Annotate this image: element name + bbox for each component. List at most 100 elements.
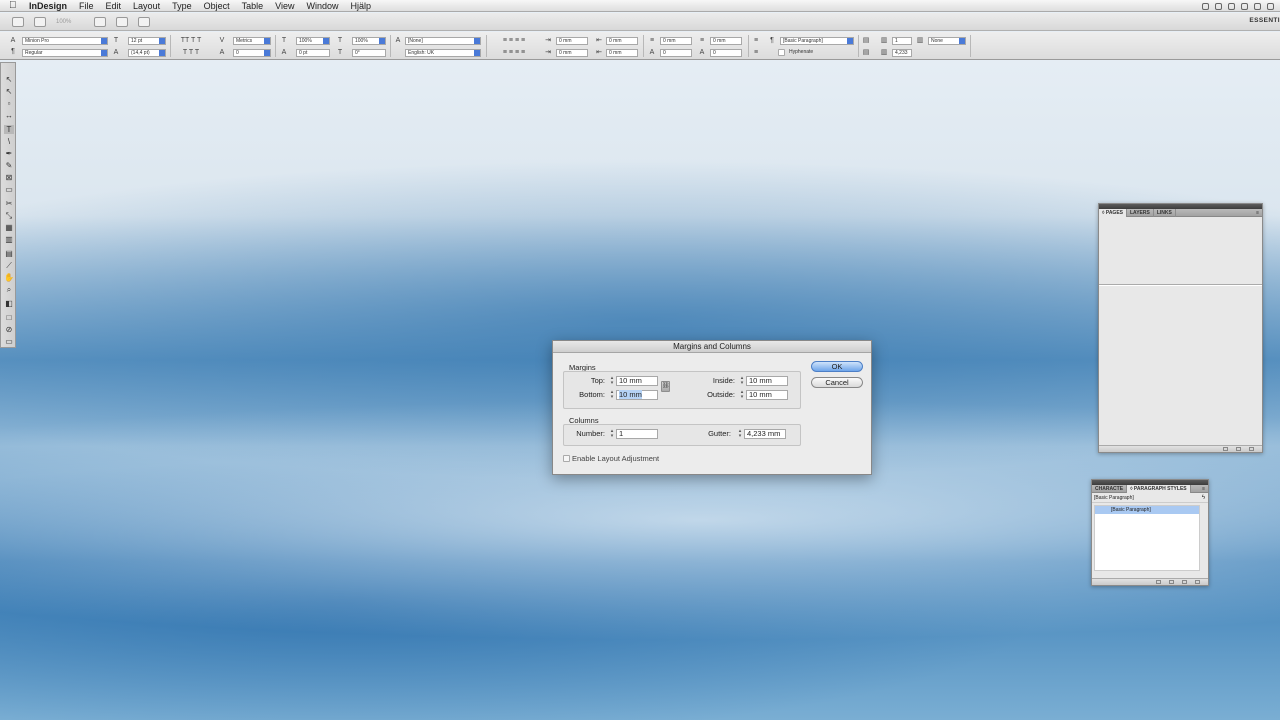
fill-stroke-swatch-icon[interactable]: ◧	[4, 299, 14, 308]
hyphenate-checkbox[interactable]	[778, 49, 785, 56]
menu-edit[interactable]: Edit	[100, 0, 128, 12]
gap-tool-icon[interactable]: ↔	[4, 111, 14, 120]
kerning-field[interactable]: Metrics	[233, 37, 271, 45]
space-after-field[interactable]: 0 mm	[710, 37, 742, 45]
gutter-field[interactable]: 4,233	[892, 49, 912, 57]
gutter-input[interactable]: 4,233 mm	[744, 429, 786, 439]
arrange-documents-icon[interactable]	[138, 16, 150, 27]
screen-icon[interactable]	[1202, 2, 1209, 10]
menu-object[interactable]: Object	[198, 0, 236, 12]
paragraph-style-field[interactable]: [Basic Paragraph]	[780, 37, 854, 45]
column-number-input[interactable]: 1	[616, 429, 658, 439]
pencil-tool-icon[interactable]: ✎	[4, 161, 14, 170]
eyedropper-tool-icon[interactable]: ⟋	[4, 261, 14, 270]
align-to-grid-icon[interactable]: ▤	[862, 49, 870, 56]
free-transform-tool-icon[interactable]: ⤡	[4, 211, 14, 220]
selection-tool-icon[interactable]: ↖	[4, 75, 14, 84]
menu-layout[interactable]: Layout	[127, 0, 166, 12]
workspace-switcher[interactable]: ESSENTI	[1249, 17, 1280, 24]
pen-tool-icon[interactable]: ✒	[4, 149, 14, 158]
apple-icon[interactable]: 	[9, 0, 23, 11]
minibridge-icon[interactable]	[34, 16, 46, 27]
first-line-indent-field[interactable]: 0 mm	[556, 49, 588, 57]
screen-mode-icon[interactable]: ▭	[4, 337, 14, 346]
columns-field[interactable]: 1	[892, 37, 912, 45]
cancel-button[interactable]: Cancel	[811, 377, 863, 388]
inside-margin-input[interactable]: 10 mm	[746, 376, 788, 386]
line-tool-icon[interactable]: \	[4, 137, 14, 146]
view-options-icon[interactable]	[94, 16, 106, 27]
bottom-stepper-icon[interactable]: ▴ ▾	[608, 390, 616, 400]
bridge-icon[interactable]	[12, 16, 24, 27]
volume-icon[interactable]	[1254, 2, 1261, 10]
character-style-field[interactable]: [None]	[405, 37, 481, 45]
tab-links[interactable]: LINKS	[1154, 208, 1176, 217]
outside-margin-input[interactable]: 10 mm	[746, 390, 788, 400]
drop-cap-chars-field[interactable]: 0	[710, 49, 742, 57]
clear-overrides-icon[interactable]	[1169, 580, 1174, 584]
drop-cap-lines-field[interactable]: 0	[660, 49, 692, 57]
gutter-stepper-icon[interactable]: ▴ ▾	[736, 429, 744, 439]
character-mode-icon[interactable]: A	[9, 37, 17, 44]
skew-field[interactable]: 0°	[352, 49, 386, 57]
outside-stepper-icon[interactable]: ▴ ▾	[738, 390, 746, 400]
wifi-icon[interactable]	[1241, 2, 1248, 10]
ok-button[interactable]: OK	[811, 361, 863, 372]
menu-file[interactable]: File	[73, 0, 100, 12]
tab-layers[interactable]: LAYERS	[1127, 208, 1154, 217]
menu-help[interactable]: Hjälp	[345, 0, 378, 12]
style-group-icon[interactable]	[1156, 580, 1161, 584]
note-tool-icon[interactable]: ▤	[4, 249, 14, 258]
app-menu[interactable]: InDesign	[23, 0, 73, 12]
formatting-affects-container-icon[interactable]: □	[4, 313, 14, 322]
panel-menu-icon[interactable]: ≡	[1256, 210, 1259, 216]
new-style-icon[interactable]	[1182, 580, 1187, 584]
new-page-icon[interactable]	[1236, 447, 1241, 451]
page-size-icon[interactable]	[1223, 447, 1228, 451]
trash-icon[interactable]	[1195, 580, 1200, 584]
page-tool-icon[interactable]: ▫	[4, 99, 14, 108]
number-stepper-icon[interactable]: ▴ ▾	[608, 429, 616, 439]
language-field[interactable]: English: UK	[405, 49, 481, 57]
lightning-icon[interactable]: ϟ	[1202, 493, 1205, 503]
align-left-icons[interactable]: ≡ ≡ ≡ ≡	[491, 37, 537, 44]
left-indent-field[interactable]: 0 mm	[556, 37, 588, 45]
bluetooth-icon[interactable]	[1228, 2, 1235, 10]
vertical-scale-field[interactable]: 100%	[296, 37, 330, 45]
rectangle-tool-icon[interactable]: ▭	[4, 185, 14, 194]
inside-stepper-icon[interactable]: ▴ ▾	[738, 376, 746, 386]
rectangle-frame-tool-icon[interactable]: ⊠	[4, 173, 14, 182]
menu-type[interactable]: Type	[166, 0, 198, 12]
panel-menu-icon[interactable]: ≡	[1202, 486, 1205, 492]
numbering-icon[interactable]: ≡	[752, 49, 760, 56]
baseline-grid-icon[interactable]: ▤	[862, 37, 870, 44]
baseline-shift-field[interactable]: 0 pt	[296, 49, 330, 57]
apply-none-icon[interactable]: ⊘	[4, 325, 14, 334]
menu-table[interactable]: Table	[236, 0, 270, 12]
leading-field[interactable]: (14,4 pt)	[128, 49, 166, 57]
tab-paragraph-styles[interactable]: ◊ PARAGRAPH STYLES	[1127, 484, 1191, 493]
trash-icon[interactable]	[1249, 447, 1254, 451]
bottom-margin-input[interactable]: 10 mm	[616, 390, 658, 400]
screen-mode-icon[interactable]	[116, 16, 128, 27]
hand-tool-icon[interactable]: ✋	[4, 273, 14, 282]
last-line-indent-field[interactable]: 0 mm	[606, 49, 638, 57]
list-item[interactable]: [Basic Paragraph]	[1095, 506, 1199, 514]
direct-selection-tool-icon[interactable]: ↖	[4, 87, 14, 96]
enable-layout-adjustment-checkbox[interactable]	[563, 455, 570, 462]
gradient-swatch-tool-icon[interactable]: ▦	[4, 223, 14, 232]
superscript-icons[interactable]: T T T	[176, 49, 206, 56]
tracking-field[interactable]: 0	[233, 49, 271, 57]
tab-pages[interactable]: ◊ PAGES	[1099, 208, 1127, 217]
gear-icon[interactable]	[1215, 2, 1222, 10]
bullets-icon[interactable]: ≡	[752, 37, 760, 44]
spotlight-search-icon[interactable]	[1267, 2, 1274, 10]
menu-view[interactable]: View	[269, 0, 300, 12]
all-caps-icons[interactable]: TT T T	[176, 37, 206, 44]
gradient-feather-tool-icon[interactable]: ▥	[4, 235, 14, 244]
zoom-tool-icon[interactable]: ⌕	[4, 285, 14, 294]
justify-icons[interactable]: ≡ ≡ ≡ ≡	[491, 49, 537, 56]
scissors-tool-icon[interactable]: ✂	[4, 199, 14, 208]
chain-link-icon[interactable]: ⛓	[661, 381, 670, 392]
zoom-level[interactable]: 100%	[56, 19, 84, 25]
